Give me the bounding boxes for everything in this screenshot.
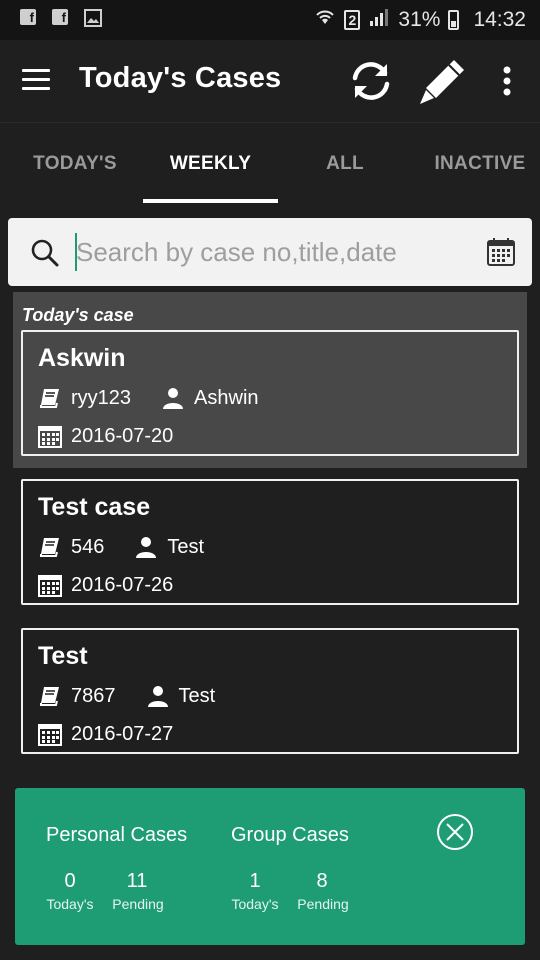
tab-todays[interactable]: TODAY'S [0,123,150,205]
calendar-icon [38,724,62,746]
group-todays-label: Today's [231,896,279,912]
book-icon [40,538,59,557]
personal-pending-label: Pending [112,896,164,912]
personal-todays-label: Today's [46,896,94,912]
personal-pending-count: 11 [126,870,148,892]
case-card[interactable]: Askwin ryy123 Ashwin 2016-07-20 [21,330,519,456]
personal-cases-heading: Personal Cases [46,824,188,846]
clock: 14:32 [473,8,526,31]
tab-inactive[interactable]: INACTIVE [420,123,540,205]
case-person: Test [178,684,216,707]
person-icon [136,537,157,558]
case-number: ryy123 [71,386,132,409]
facebook-icon: f [52,8,68,25]
case-card[interactable]: Test case 546 Test 2016-07-26 [21,479,519,605]
search-bar [8,218,532,286]
section-label: Today's case [22,305,134,325]
notification-icons: f f [20,8,102,32]
system-status: 2 31% 14:32 [314,0,526,40]
more-vert-icon[interactable] [492,56,522,106]
case-meta-row: 546 Test [38,535,204,559]
calendar-icon [38,426,62,448]
case-card[interactable]: Test 7867 Test 2016-07-27 [21,628,519,754]
page-title: Today's Cases [79,62,282,94]
calendar-picker-icon[interactable] [485,236,517,268]
wifi-icon [314,7,336,33]
battery-percent: 31% [398,8,441,31]
case-title: Askwin [38,344,126,372]
search-icon[interactable] [30,238,60,268]
personal-todays-count: 0 [64,870,76,892]
person-icon [163,388,184,409]
menu-icon[interactable] [22,69,50,91]
app-bar: Today's Cases [0,40,540,122]
case-meta-row: 7867 Test [38,684,215,708]
case-date: 2016-07-26 [71,573,174,596]
signal-icon [368,7,390,33]
status-bar: f f 2 31% 14:32 [0,0,540,40]
facebook-icon: f [20,8,36,25]
case-title: Test [38,642,88,670]
book-icon [40,389,59,408]
case-date: 2016-07-27 [71,722,174,745]
case-date-row: 2016-07-20 [38,424,173,448]
sim-slot-badge: 2 [344,10,361,30]
summary-panel: Personal Cases Group Cases 0 Today's 11 … [15,788,525,945]
case-person: Test [167,535,205,558]
close-icon[interactable] [435,812,475,852]
case-meta-row: ryy123 Ashwin [38,386,259,410]
edit-pencil-icon[interactable] [418,56,468,106]
group-pending-count: 8 [316,870,328,892]
case-number: 7867 [71,684,116,707]
search-input[interactable] [76,230,466,274]
tab-all[interactable]: ALL [280,123,410,205]
group-pending-label: Pending [297,896,349,912]
calendar-icon [38,575,62,597]
case-date-row: 2016-07-27 [38,722,173,746]
tab-bar: TODAY'S WEEKLY ALL INACTIVE [0,122,540,205]
refresh-icon[interactable] [346,56,396,106]
case-person: Ashwin [194,386,259,409]
tab-weekly[interactable]: WEEKLY [143,123,278,205]
person-icon [147,686,168,707]
tab-indicator [143,199,278,203]
case-number: 546 [71,535,105,558]
group-cases-heading: Group Cases [231,824,349,846]
case-title: Test case [38,493,151,521]
case-date-row: 2016-07-26 [38,573,173,597]
group-todays-count: 1 [249,870,261,892]
battery-icon [448,10,460,30]
case-date: 2016-07-20 [71,424,174,447]
image-icon [84,8,102,32]
book-icon [40,687,59,706]
